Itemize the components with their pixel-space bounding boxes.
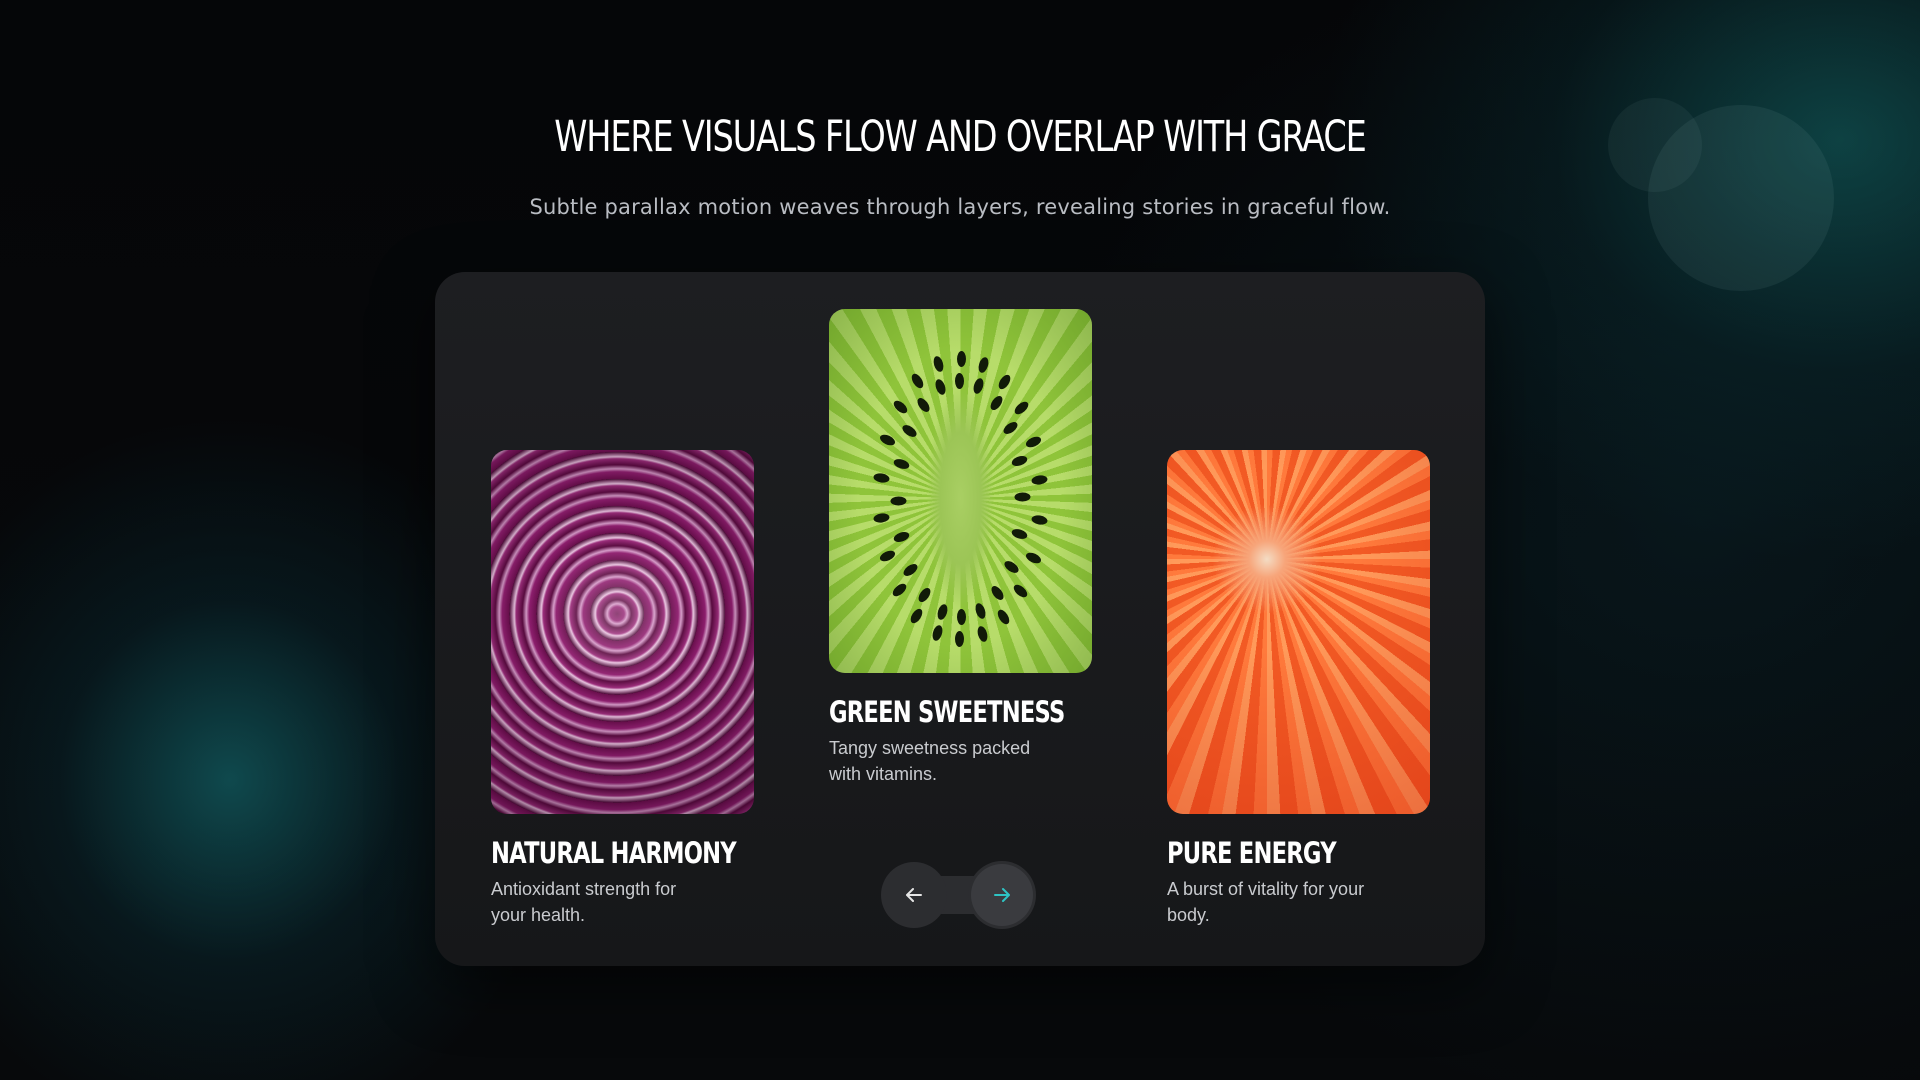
page-background: WHERE VISUALS FLOW AND OVERLAP WITH GRAC… [0, 0, 1920, 1080]
next-button[interactable] [971, 864, 1033, 926]
kiwi-seed [901, 561, 920, 579]
carousel-navigation [881, 862, 1037, 928]
kiwi-seed [972, 377, 986, 396]
card-pure-energy[interactable]: PURE ENERGY A burst of vitality for your… [1167, 450, 1430, 928]
kiwi-seed [1031, 514, 1049, 526]
kiwi-seed [891, 397, 910, 416]
kiwi-seed [996, 372, 1013, 391]
kiwi-seed [872, 472, 890, 484]
kiwi-seed [1001, 419, 1020, 437]
kiwi-seed [878, 548, 897, 564]
kiwi-seed [1023, 550, 1043, 566]
kiwi-seed [916, 586, 934, 605]
kiwi-seed [1014, 492, 1031, 502]
kiwi-seed [1010, 527, 1029, 541]
kiwi-seed [933, 378, 948, 397]
card-natural-harmony[interactable]: NATURAL HARMONY Antioxidant strength for… [491, 450, 754, 928]
card-title: GREEN SWEETNESS [829, 695, 1065, 729]
kiwi-seed [955, 630, 965, 648]
kiwi-seed [935, 602, 949, 621]
kiwi-seed [989, 584, 1007, 603]
kiwi-seed [890, 496, 907, 506]
red-cabbage-image [491, 450, 754, 814]
kiwi-seed [1024, 434, 1043, 450]
kiwi-seed [892, 457, 911, 471]
kiwi-seed [1010, 454, 1029, 468]
kiwi-seed [1011, 582, 1030, 601]
arrow-right-icon [994, 888, 1010, 902]
kiwi-seed [956, 608, 966, 626]
section-title: WHERE VISUALS FLOW AND OVERLAP WITH GRAC… [554, 112, 1367, 162]
kiwi-seed [930, 624, 945, 642]
card-green-sweetness[interactable]: GREEN SWEETNESS Tangy sweetness packed w… [829, 309, 1092, 787]
kiwi-seed [973, 601, 988, 620]
card-title: NATURAL HARMONY [491, 836, 737, 870]
arrow-left-icon [906, 888, 922, 902]
kiwi-seed [1012, 399, 1031, 417]
card-description: A burst of vitality for your body. [1167, 879, 1365, 925]
card-description: Antioxidant strength for your health. [491, 879, 677, 925]
kiwi-seed [975, 624, 990, 643]
kiwi-seed [909, 371, 926, 390]
carousel-panel: NATURAL HARMONY Antioxidant strength for… [435, 272, 1485, 966]
kiwi-seed [931, 355, 946, 374]
grapefruit-image [1167, 450, 1430, 814]
kiwi-seed [900, 422, 919, 440]
kiwi-seed [872, 512, 890, 524]
kiwi-seed [914, 395, 932, 414]
card-description: Tangy sweetness packed with vitamins. [829, 738, 1031, 784]
section-subtitle: Subtle parallax motion weaves through la… [529, 195, 1391, 219]
kiwi-seed [1002, 558, 1021, 576]
kiwi-seeds [829, 309, 1092, 673]
previous-button[interactable] [881, 862, 947, 928]
kiwi-seed [956, 350, 966, 368]
kiwi-seed [878, 432, 898, 448]
kiwi-seed [890, 581, 909, 599]
kiwi-seed [1031, 474, 1049, 486]
kiwi-seed [908, 607, 925, 626]
kiwi-seed [954, 372, 965, 390]
kiwi-seed [987, 393, 1005, 412]
kiwi-seed [995, 608, 1012, 627]
kiwi-seed [976, 355, 991, 374]
kiwi-image [829, 309, 1092, 673]
card-title: PURE ENERGY [1167, 836, 1337, 870]
kiwi-seed [892, 530, 911, 544]
